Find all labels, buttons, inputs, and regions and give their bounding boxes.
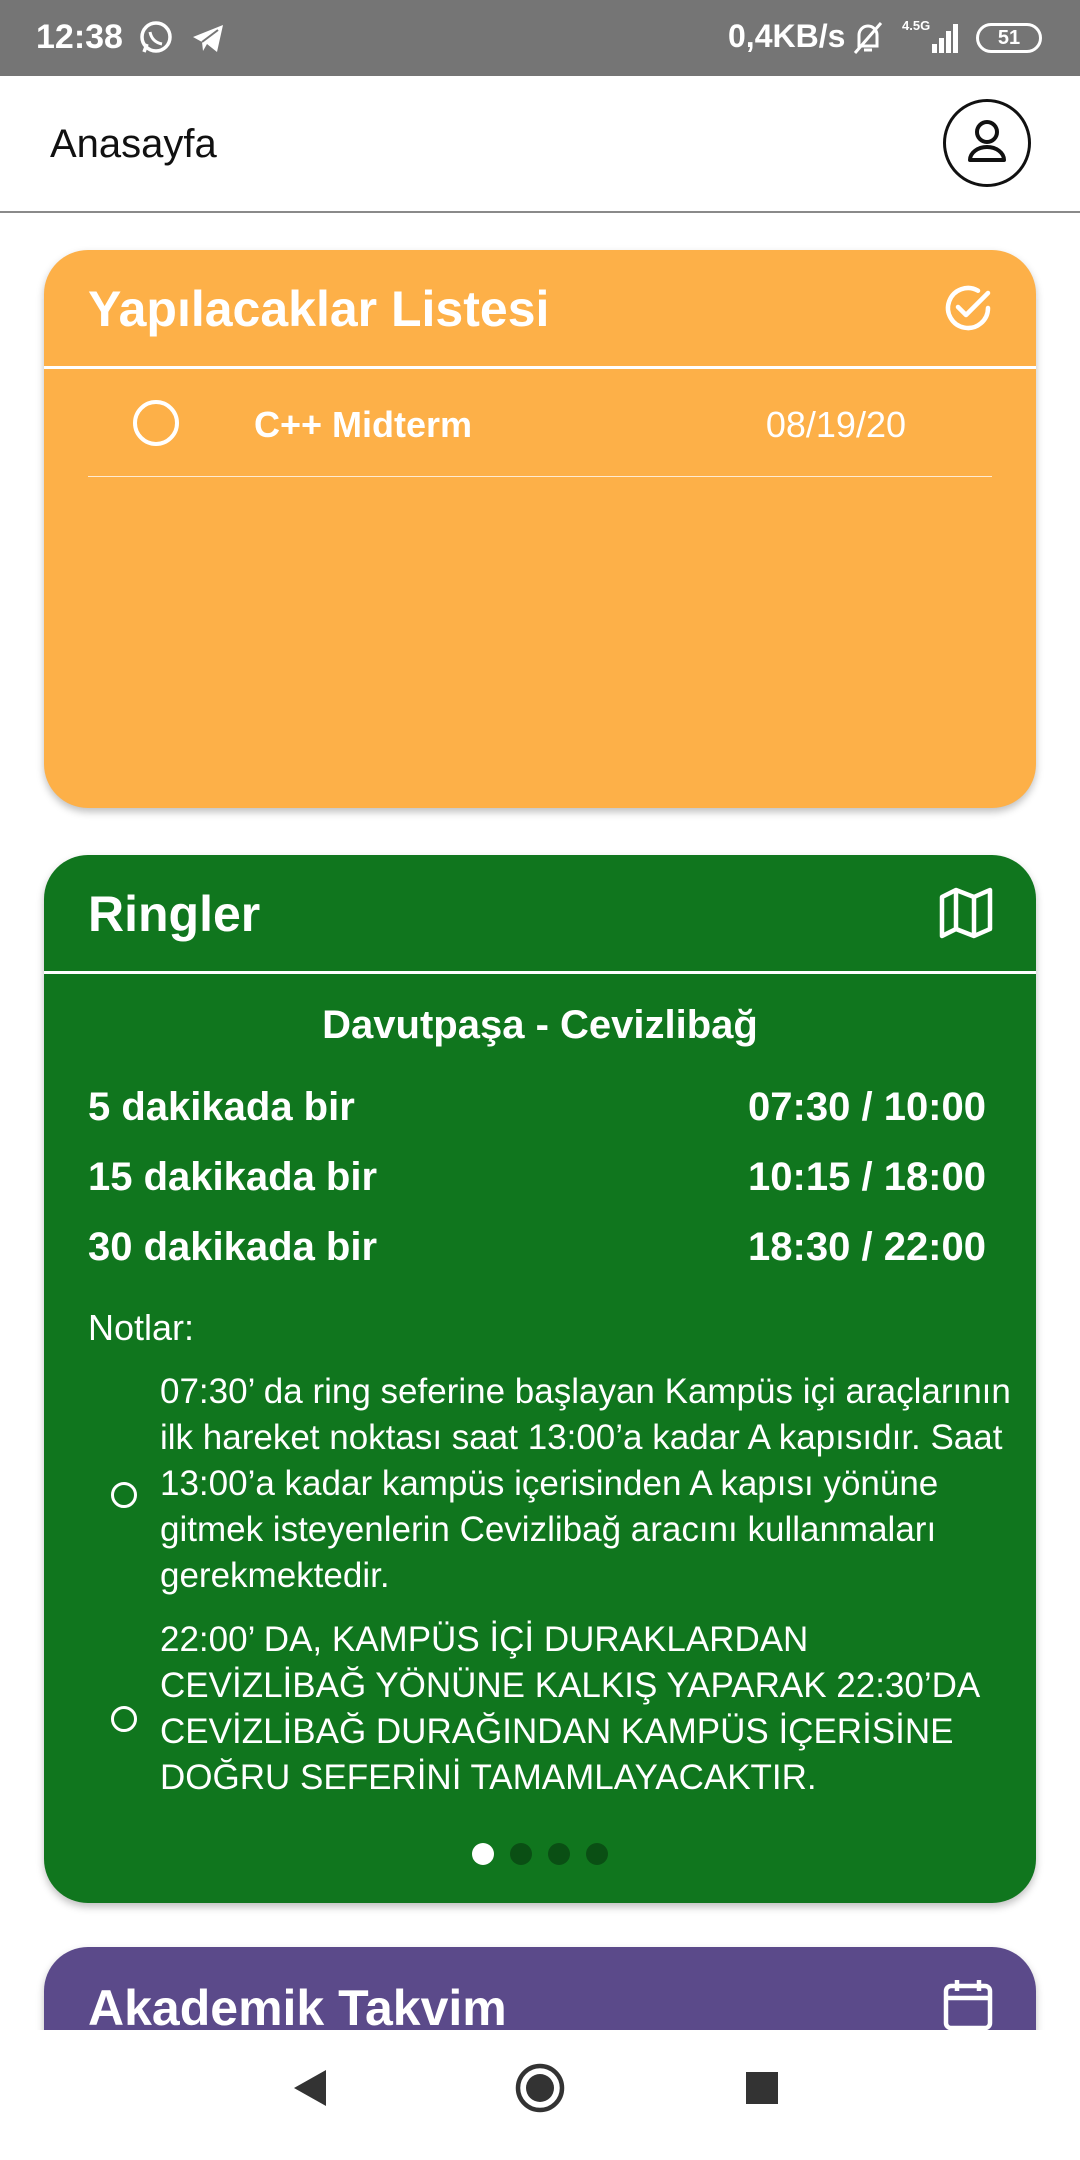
ring-card[interactable]: Ringler Davutpaşa - Cevizlibağ 5 dakikad… [44,855,1036,1903]
recents-icon[interactable] [744,2070,780,2111]
check-circle-icon[interactable] [942,282,994,339]
navigation-bar [0,2030,1080,2160]
person-icon [968,120,1006,162]
page-title: Anasayfa [50,122,217,166]
mute-bell-icon [850,20,886,61]
status-time: 12:38 [36,18,123,56]
page-dot[interactable] [586,1843,608,1865]
card-divider [44,971,1036,974]
home-icon[interactable] [514,2062,566,2119]
schedule-times: 10:15 / 18:00 [748,1155,986,1199]
note-bullet-icon [111,1706,137,1732]
profile-button[interactable] [943,99,1031,187]
schedule-row: 15 dakikada bir 10:15 / 18:00 [88,1155,986,1215]
schedule-row: 5 dakikada bir 07:30 / 10:00 [88,1085,986,1145]
telegram-icon [190,20,226,61]
note-text: 07:30’ da ring seferine başlayan Kampüs … [160,1372,1011,1595]
calendar-card-title: Akademik Takvim [88,1980,507,2036]
todo-item[interactable]: C++ Midterm 08/19/20 [88,400,992,477]
whatsapp-icon [138,20,174,61]
page-dot-active[interactable] [472,1843,494,1865]
back-icon[interactable] [290,2066,330,2115]
notes-label: Notlar: [88,1307,195,1348]
schedule-frequency: 30 dakikada bir [88,1225,378,1269]
battery-icon: 51 [976,23,1042,53]
page-dot[interactable] [548,1843,570,1865]
route-title: Davutpaşa - Cevizlibağ [322,1003,758,1047]
todo-card-title: Yapılacaklar Listesi [88,281,550,337]
schedule-times: 07:30 / 10:00 [748,1085,986,1129]
app-bar: Anasayfa [0,76,1080,213]
note-bullet-icon [111,1482,137,1508]
battery-level: 51 [997,27,1021,49]
calendar-icon[interactable] [942,1977,994,2038]
ring-card-title: Ringler [88,886,261,942]
schedule-frequency: 15 dakikada bir [88,1155,378,1199]
schedule-row: 30 dakikada bir 18:30 / 22:00 [88,1225,986,1285]
network-speed: 0,4KB/s [728,18,846,54]
todo-card[interactable]: Yapılacaklar Listesi C++ Midterm 08/19/2… [44,250,1036,808]
todo-item-text: C++ Midterm [254,404,473,445]
status-bar: 12:38 0,4KB/s 4.5G 51 [0,0,1080,76]
map-icon[interactable] [938,885,994,946]
schedule-times: 18:30 / 22:00 [748,1225,986,1269]
schedule-frequency: 5 dakikada bir [88,1085,355,1129]
page-indicator [44,1843,1036,1870]
page-dot[interactable] [510,1843,532,1865]
note-text: 22:00’ DA, KAMPÜS İÇİ DURAKLARDAN CEVİZL… [160,1620,979,1797]
card-divider [44,366,1036,369]
signal-icon [918,22,962,59]
todo-checkbox[interactable] [133,400,179,446]
todo-item-date: 08/19/20 [765,404,906,445]
